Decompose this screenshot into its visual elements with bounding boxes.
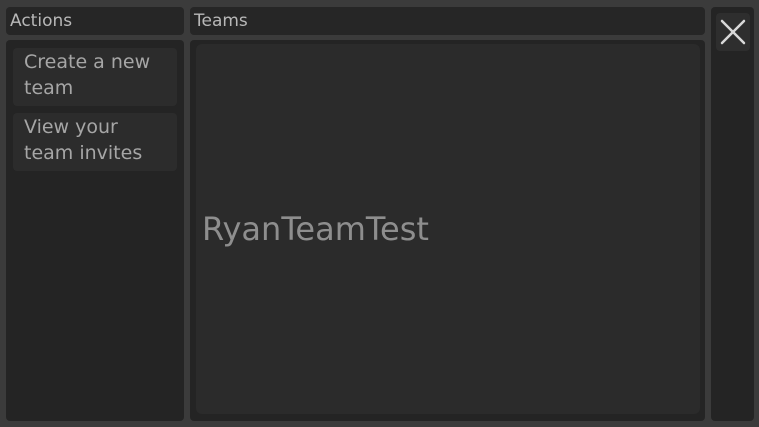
view-invites-button[interactable]: View your team invites — [13, 113, 177, 171]
actions-header-label: Actions — [10, 11, 73, 31]
create-team-label: Create a new team — [24, 51, 151, 99]
teams-window: Actions Teams Create a new team View you… — [0, 0, 759, 427]
view-invites-label: View your team invites — [24, 116, 143, 164]
teams-list: RyanTeamTest — [196, 44, 700, 414]
teams-header-label: Teams — [194, 11, 248, 31]
create-team-button[interactable]: Create a new team — [13, 48, 177, 106]
teams-header: Teams — [190, 7, 705, 35]
close-column — [711, 7, 754, 421]
actions-header: Actions — [6, 7, 184, 35]
team-item[interactable]: RyanTeamTest — [202, 209, 429, 249]
close-icon — [720, 19, 746, 45]
close-button[interactable] — [716, 13, 750, 51]
